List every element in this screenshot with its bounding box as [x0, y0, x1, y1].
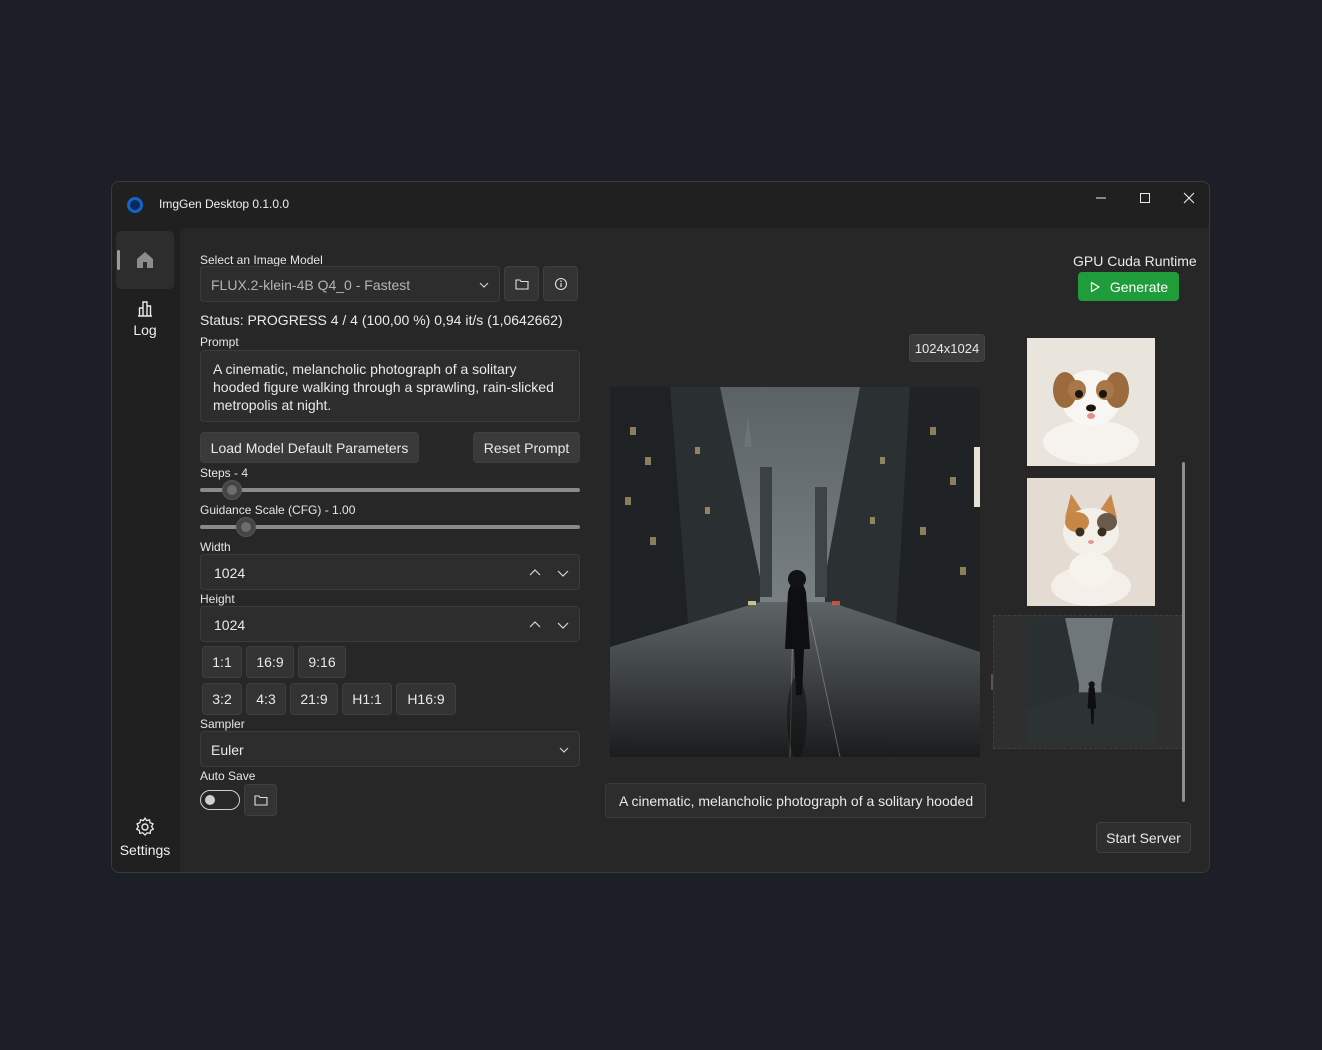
ratio-button-21-9[interactable]: 21:9	[290, 683, 338, 715]
info-icon	[554, 277, 567, 290]
toggle-knob	[205, 795, 215, 805]
ratio-button-h1-1[interactable]: H1:1	[342, 683, 392, 715]
app-window: ImgGen Desktop 0.1.0.0 Log Settings Sele…	[111, 181, 1210, 873]
sampler-label: Sampler	[200, 717, 245, 731]
height-number-box[interactable]: 1024	[200, 606, 580, 642]
autosave-folder-button[interactable]	[244, 784, 277, 816]
model-folder-button[interactable]	[504, 266, 539, 301]
status-text: Status: PROGRESS 4 / 4 (100,00 %) 0,94 i…	[200, 312, 563, 328]
close-button[interactable]	[1167, 182, 1209, 214]
start-server-button[interactable]: Start Server	[1096, 822, 1191, 853]
splitter-handle[interactable]	[991, 674, 993, 690]
image-size-badge: 1024x1024	[909, 334, 985, 362]
history-thumbnail-kitten[interactable]	[1027, 478, 1155, 606]
chevron-up-icon[interactable]	[529, 568, 541, 578]
ratio-button-4-3[interactable]: 4:3	[246, 683, 286, 715]
width-label: Width	[200, 540, 231, 554]
height-label: Height	[200, 592, 235, 606]
title-bar[interactable]: ImgGen Desktop 0.1.0.0	[112, 182, 1209, 228]
nav-home[interactable]	[116, 231, 174, 289]
autosave-toggle[interactable]	[200, 790, 240, 810]
ratio-button-h16-9[interactable]: H16:9	[396, 683, 456, 715]
autosave-label: Auto Save	[200, 769, 256, 783]
steps-slider-track[interactable]	[200, 488, 580, 492]
prompt-label: Prompt	[200, 335, 239, 349]
ratio-button-1-1[interactable]: 1:1	[202, 646, 242, 678]
model-label: Select an Image Model	[200, 253, 323, 267]
navigation-sidebar: Log Settings	[112, 228, 180, 872]
generate-button-label: Generate	[1109, 278, 1169, 295]
nav-log-label: Log	[133, 322, 157, 338]
home-icon	[137, 252, 153, 268]
model-info-button[interactable]	[543, 266, 578, 301]
history-thumbnail-city[interactable]	[1027, 618, 1155, 746]
chevron-down-icon	[479, 282, 489, 288]
gear-icon	[135, 817, 155, 836]
nav-settings[interactable]: Settings	[116, 811, 174, 863]
generate-button[interactable]: Generate	[1078, 272, 1179, 301]
history-scrollbar[interactable]	[1182, 462, 1185, 802]
ratio-button-3-2[interactable]: 3:2	[202, 683, 242, 715]
steps-slider-thumb[interactable]	[222, 480, 243, 500]
sampler-value: Euler	[211, 742, 244, 758]
play-icon	[1090, 281, 1100, 292]
close-icon	[1183, 192, 1195, 204]
history-thumbnail-puppy[interactable]	[1027, 338, 1155, 466]
maximize-button[interactable]	[1123, 182, 1167, 214]
city-street-thumbnail-image	[1027, 618, 1155, 746]
nav-log[interactable]: Log	[116, 292, 174, 344]
cfg-slider-thumb[interactable]	[236, 517, 256, 537]
generated-image-preview[interactable]	[610, 387, 980, 757]
steps-label: Steps - 4	[200, 466, 249, 480]
main-content: Select an Image Model FLUX.2-klein-4B Q4…	[180, 228, 1209, 872]
ratio-button-9-16[interactable]: 9:16	[298, 646, 346, 678]
model-selected-value: FLUX.2-klein-4B Q4_0 - Fastest	[211, 277, 411, 293]
folder-icon	[253, 795, 268, 806]
height-value: 1024	[214, 617, 246, 633]
cfg-slider-track[interactable]	[200, 525, 580, 529]
chart-icon	[138, 301, 152, 317]
folder-icon	[514, 278, 529, 290]
minimize-button[interactable]	[1079, 182, 1123, 214]
chevron-down-icon	[559, 747, 569, 753]
load-defaults-button[interactable]: Load Model Default Parameters	[200, 432, 419, 463]
cfg-label: Guidance Scale (CFG) - 1.00	[200, 503, 356, 517]
model-dropdown[interactable]: FLUX.2-klein-4B Q4_0 - Fastest	[200, 266, 500, 302]
puppy-image	[1027, 338, 1155, 466]
runtime-label: GPU Cuda Runtime	[1073, 253, 1197, 269]
ratio-button-16-9[interactable]: 16:9	[246, 646, 294, 678]
city-street-image	[610, 387, 980, 757]
chevron-down-icon[interactable]	[557, 568, 569, 578]
minimize-icon	[1096, 197, 1106, 199]
app-logo-icon	[127, 197, 143, 213]
kitten-image	[1027, 478, 1155, 606]
reset-prompt-button[interactable]: Reset Prompt	[473, 432, 580, 463]
maximize-icon	[1140, 193, 1150, 203]
width-value: 1024	[214, 565, 246, 581]
image-caption: A cinematic, melancholic photograph of a…	[605, 783, 986, 818]
chevron-down-icon[interactable]	[557, 620, 569, 630]
nav-settings-label: Settings	[119, 842, 171, 858]
prompt-textbox[interactable]: A cinematic, melancholic photograph of a…	[200, 350, 580, 422]
window-title: ImgGen Desktop 0.1.0.0	[159, 197, 290, 211]
sampler-dropdown[interactable]: Euler	[200, 731, 580, 767]
width-number-box[interactable]: 1024	[200, 554, 580, 590]
chevron-up-icon[interactable]	[529, 620, 541, 630]
nav-active-indicator	[117, 250, 120, 270]
